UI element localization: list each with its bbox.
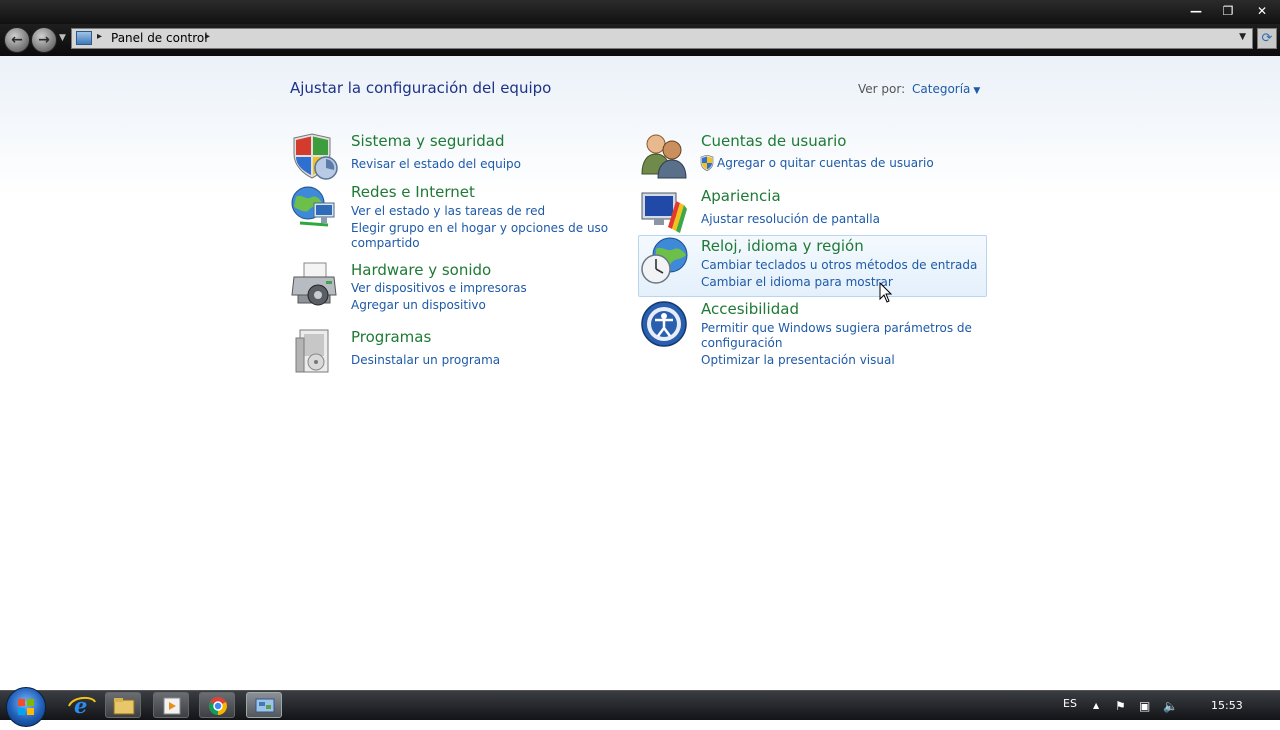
appearance-icon[interactable] (640, 187, 688, 235)
category-title-clock-language-region[interactable]: Reloj, idioma y región (701, 237, 864, 255)
programs-icon[interactable] (290, 328, 338, 376)
taskbar: e ES ▲ ⚑ ▣ 🔈 15:53 (0, 687, 1280, 727)
category-programs: Programas Desinstalar un programa (290, 328, 590, 376)
taskbar-chrome[interactable] (199, 692, 235, 718)
taskbar-internet-explorer[interactable]: e (63, 692, 99, 718)
control-panel-icon (255, 698, 275, 713)
link-optimize-visual-display[interactable]: Optimizar la presentación visual (701, 353, 895, 368)
internet-explorer-icon: e (68, 693, 96, 718)
link-add-remove-user-accounts[interactable]: Agregar o quitar cuentas de usuario (717, 156, 934, 171)
category-network-internet: Redes e Internet Ver el estado y las tar… (290, 183, 608, 253)
windows-logo-icon (18, 699, 34, 715)
arrow-left-icon: ← (11, 32, 23, 48)
link-view-network-status[interactable]: Ver el estado y las tareas de red (351, 204, 545, 219)
link-windows-suggest-settings-continued[interactable]: configuración (701, 336, 783, 351)
breadcrumb-control-panel[interactable]: Panel de control (111, 31, 208, 45)
clock-globe-icon[interactable] (640, 237, 688, 285)
start-button[interactable] (6, 687, 46, 727)
link-homegroup-sharing[interactable]: Elegir grupo en el hogar y opciones de u… (351, 221, 608, 236)
view-by-dropdown[interactable]: Categoría ▼ (912, 82, 980, 96)
forward-button[interactable]: → (31, 27, 57, 53)
breadcrumb-separator-icon[interactable]: ▸ (97, 31, 102, 42)
media-player-icon (163, 697, 181, 715)
explorer-icon (113, 698, 135, 715)
mouse-cursor-icon (879, 282, 893, 303)
link-adjust-screen-resolution[interactable]: Ajustar resolución de pantalla (701, 212, 880, 227)
maximize-button[interactable]: ❐ (1214, 3, 1242, 20)
accessibility-icon[interactable] (640, 300, 688, 348)
link-windows-suggest-settings[interactable]: Permitir que Windows sugiera parámetros … (701, 321, 972, 336)
navigation-bar: ← → ▼ ▸ Panel de control ▸ ▼ ⟳ (0, 24, 1280, 56)
category-title-system-security[interactable]: Sistema y seguridad (351, 132, 504, 150)
address-bar[interactable]: ▸ Panel de control ▸ ▼ (71, 28, 1253, 49)
svg-text:e: e (74, 693, 87, 718)
address-dropdown-icon[interactable]: ▼ (1239, 32, 1246, 42)
uac-shield-icon (700, 155, 714, 171)
minimize-button[interactable]: — (1182, 3, 1210, 20)
view-by-value: Categoría (912, 82, 971, 96)
link-change-display-language[interactable]: Cambiar el idioma para mostrar (701, 275, 893, 290)
view-by-label: Ver por: (858, 82, 906, 96)
page-title: Ajustar la configuración del equipo (290, 79, 552, 97)
category-title-accessibility[interactable]: Accesibilidad (701, 300, 799, 318)
action-center-flag-icon[interactable]: ⚑ (1115, 699, 1126, 713)
network-globe-icon[interactable] (290, 183, 338, 231)
back-button[interactable]: ← (4, 27, 30, 53)
breadcrumb-separator-icon[interactable]: ▸ (205, 31, 210, 42)
recent-pages-dropdown[interactable]: ▼ (59, 33, 66, 43)
taskbar-media-player[interactable] (153, 692, 189, 718)
shield-icon[interactable] (290, 132, 338, 180)
link-view-devices-printers[interactable]: Ver dispositivos e impresoras (351, 281, 527, 296)
volume-muted-icon[interactable]: 🔈 (1163, 699, 1178, 713)
category-title-network-internet[interactable]: Redes e Internet (351, 183, 475, 201)
arrow-right-icon: → (38, 32, 50, 48)
category-title-programs[interactable]: Programas (351, 328, 431, 346)
link-homegroup-sharing-continued[interactable]: compartido (351, 236, 420, 251)
category-clock-language-region: Reloj, idioma y región Cambiar teclados … (640, 237, 980, 292)
category-title-hardware-sound[interactable]: Hardware y sonido (351, 261, 491, 279)
category-title-user-accounts[interactable]: Cuentas de usuario (701, 132, 846, 150)
link-uninstall-program[interactable]: Desinstalar un programa (351, 353, 500, 368)
category-appearance: Apariencia Ajustar resolución de pantall… (640, 187, 980, 235)
users-icon[interactable] (640, 132, 688, 180)
category-accessibility: Accesibilidad Permitir que Windows sugie… (640, 300, 980, 370)
control-panel-icon (76, 31, 92, 45)
category-system-security: Sistema y seguridad Revisar el estado de… (290, 132, 590, 180)
category-title-appearance[interactable]: Apariencia (701, 187, 781, 205)
chrome-icon (209, 697, 227, 715)
printer-icon[interactable] (290, 261, 338, 309)
category-hardware-sound: Hardware y sonido Ver dispositivos e imp… (290, 261, 590, 316)
taskbar-control-panel[interactable] (246, 692, 282, 718)
link-change-keyboards-input[interactable]: Cambiar teclados u otros métodos de entr… (701, 258, 977, 273)
link-add-device[interactable]: Agregar un dispositivo (351, 298, 486, 313)
taskbar-windows-explorer[interactable] (105, 692, 141, 718)
clock[interactable]: 15:53 (1211, 699, 1243, 712)
refresh-icon: ⟳ (1261, 31, 1273, 46)
category-user-accounts: Cuentas de usuario Agregar o quitar cuen… (640, 132, 980, 180)
close-button[interactable]: ✕ (1248, 3, 1276, 20)
show-hidden-icons-button[interactable]: ▲ (1093, 701, 1099, 710)
language-indicator[interactable]: ES (1063, 697, 1077, 710)
control-panel-content: Ajustar la configuración del equipo Ver … (0, 56, 1280, 690)
link-review-computer-status[interactable]: Revisar el estado del equipo (351, 157, 521, 172)
window-title-bar: — ❐ ✕ (0, 0, 1280, 24)
refresh-button[interactable]: ⟳ (1257, 28, 1277, 49)
chevron-down-icon: ▼ (973, 86, 981, 96)
network-icon[interactable]: ▣ (1139, 699, 1150, 713)
